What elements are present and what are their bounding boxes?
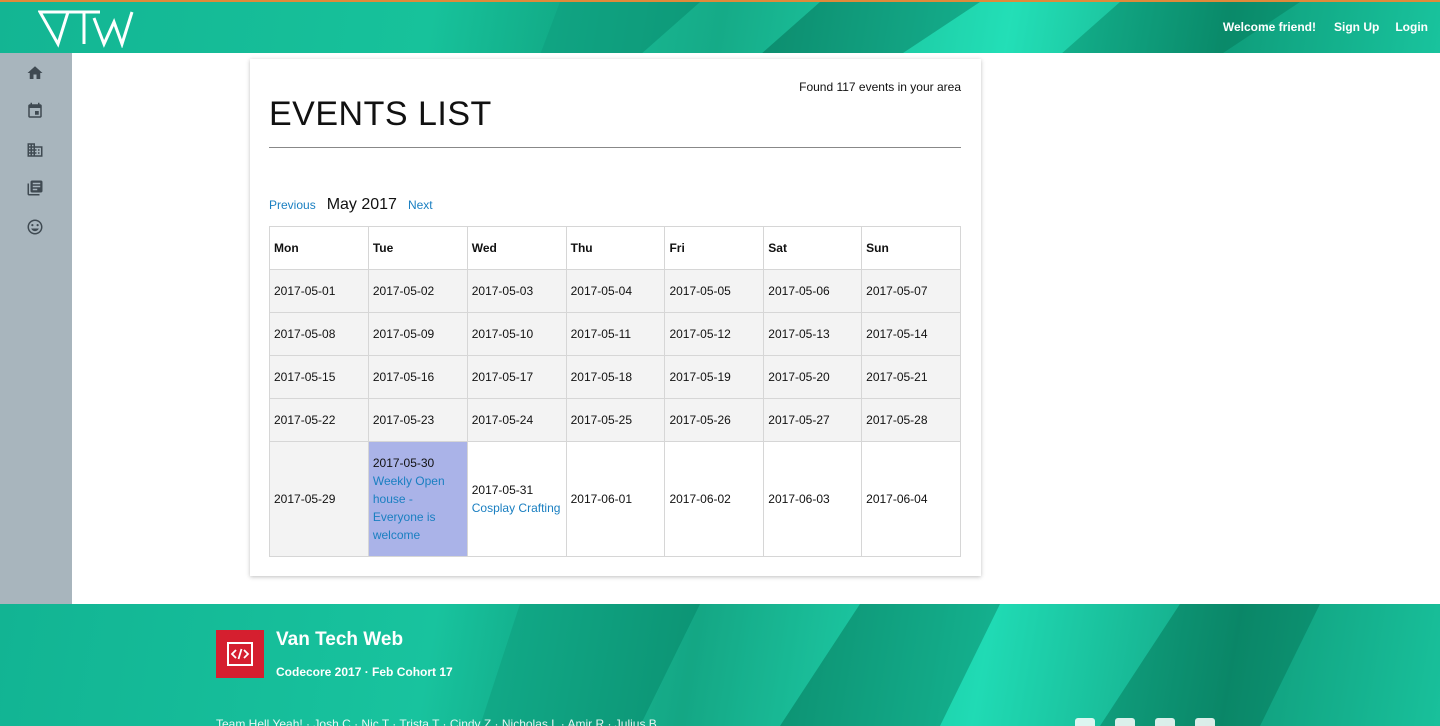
calendar-day-cell: 2017-05-25 — [565, 398, 666, 442]
building-icon[interactable] — [24, 139, 46, 161]
calendar-day-cell: 2017-05-13 — [763, 312, 863, 356]
library-icon[interactable] — [24, 177, 46, 199]
calendar-day-cell: 2017-05-22 — [269, 398, 369, 442]
smiley-icon[interactable] — [24, 216, 46, 238]
calendar-day-cell: 2017-05-08 — [269, 312, 369, 356]
weekday-header: Tue — [367, 226, 468, 270]
calendar-day-cell: 2017-05-04 — [565, 269, 666, 313]
calendar-icon[interactable] — [24, 100, 46, 122]
weekday-header: Mon — [269, 226, 369, 270]
calendar-day-cell: 2017-06-02 — [664, 441, 765, 557]
calendar-day-cell: 2017-05-20 — [763, 355, 863, 399]
events-card: Found 117 events in your area EVENTS LIS… — [250, 59, 981, 576]
calendar-day-date: 2017-05-31 — [471, 483, 534, 497]
calendar-day-cell: 2017-06-04 — [861, 441, 961, 557]
calendar-day-cell: 2017-05-11 — [565, 312, 666, 356]
events-found-count: Found 117 events in your area — [799, 80, 961, 94]
calendar-day-cell: 2017-05-09 — [367, 312, 468, 356]
footer-title: Van Tech Web — [276, 629, 404, 650]
vtw-logo[interactable] — [38, 8, 134, 48]
weekday-header: Sat — [763, 226, 863, 270]
footer-team: Team Hell Yeah! · Josh C · Nic T · Trist… — [216, 717, 657, 726]
current-month: May 2017 — [326, 196, 397, 213]
calendar-week-row: 2017-05-01 2017-05-02 2017-05-03 2017-05… — [269, 269, 961, 313]
calendar-day-cell: 2017-05-01 — [269, 269, 369, 313]
calendar-day-cell: 2017-05-15 — [269, 355, 369, 399]
weekday-header: Thu — [565, 226, 666, 270]
calendar-day-cell: 2017-05-16 — [367, 355, 468, 399]
calendar-day-cell: 2017-06-03 — [763, 441, 863, 557]
calendar-day-cell: 2017-05-24 — [466, 398, 567, 442]
calendar-table: Mon Tue Wed Thu Fri Sat Sun 2017-05-01 2… — [269, 226, 961, 557]
top-header: Welcome friend! Sign Up Login — [0, 0, 1440, 53]
title-divider — [269, 147, 961, 148]
welcome-text: Welcome friend! — [1222, 20, 1317, 34]
calendar-day-cell: 2017-06-01 — [565, 441, 666, 557]
github-icon[interactable] — [1155, 718, 1175, 726]
calendar-week-row: 2017-05-15 2017-05-16 2017-05-17 2017-05… — [269, 355, 961, 399]
header-nav: Welcome friend! Sign Up Login — [1223, 20, 1428, 34]
calendar-week-row: 2017-05-08 2017-05-09 2017-05-10 2017-05… — [269, 312, 961, 356]
page-footer: Van Tech Web Codecore 2017 · Feb Cohort … — [0, 604, 1440, 726]
sidebar — [0, 53, 72, 604]
calendar-day-cell: 2017-05-18 — [565, 355, 666, 399]
calendar-day-cell: 2017-05-07 — [861, 269, 961, 313]
event-link[interactable]: Cosplay Crafting — [472, 499, 562, 517]
calendar-day-cell: 2017-05-19 — [664, 355, 765, 399]
weekday-header: Fri — [664, 226, 765, 270]
calendar-day-cell: 2017-05-27 — [763, 398, 863, 442]
calendar-week-row: 2017-05-22 2017-05-23 2017-05-24 2017-05… — [269, 398, 961, 442]
facebook-icon[interactable] — [1075, 718, 1095, 726]
home-icon[interactable] — [24, 62, 46, 84]
weekday-header-row: Mon Tue Wed Thu Fri Sat Sun — [269, 226, 961, 270]
next-month-link[interactable]: Next — [408, 198, 433, 212]
calendar-week-row: 2017-05-29 2017-05-30 Weekly Open house … — [269, 441, 961, 557]
login-link[interactable]: Login — [1395, 20, 1428, 34]
calendar-day-cell: 2017-05-26 — [664, 398, 765, 442]
google-icon[interactable] — [1115, 718, 1135, 726]
calendar-day-cell: 2017-05-14 — [861, 312, 961, 356]
calendar-day-cell: 2017-05-23 — [367, 398, 468, 442]
calendar-day-cell: 2017-05-05 — [664, 269, 765, 313]
previous-month-link[interactable]: Previous — [269, 198, 316, 212]
calendar-day-cell: 2017-05-28 — [861, 398, 961, 442]
calendar-day-cell: 2017-05-31 Cosplay Crafting — [466, 441, 567, 557]
calendar-day-date: 2017-05-30 — [372, 456, 435, 470]
page-title: EVENTS LIST — [269, 95, 492, 133]
calendar-day-cell: 2017-05-17 — [466, 355, 567, 399]
calendar-day-cell: 2017-05-10 — [466, 312, 567, 356]
footer-subtitle: Codecore 2017 · Feb Cohort 17 — [276, 665, 453, 679]
calendar-day-cell: 2017-05-29 — [269, 441, 369, 557]
youtube-icon[interactable] — [1195, 718, 1215, 726]
calendar-day-cell: 2017-05-06 — [763, 269, 863, 313]
weekday-header: Sun — [861, 226, 961, 270]
calendar-day-cell: 2017-05-02 — [367, 269, 468, 313]
signup-link[interactable]: Sign Up — [1334, 20, 1379, 34]
calendar-day-cell: 2017-05-03 — [466, 269, 567, 313]
code-icon — [216, 630, 264, 678]
month-navigation: Previous May 2017 Next — [269, 196, 433, 214]
weekday-header: Wed — [466, 226, 567, 270]
event-link[interactable]: Weekly Open house - Everyone is welcome — [373, 472, 463, 544]
social-links — [1075, 718, 1215, 726]
calendar-day-cell: 2017-05-12 — [664, 312, 765, 356]
calendar-day-cell-highlighted: 2017-05-30 Weekly Open house - Everyone … — [367, 441, 468, 557]
calendar-day-cell: 2017-05-21 — [861, 355, 961, 399]
